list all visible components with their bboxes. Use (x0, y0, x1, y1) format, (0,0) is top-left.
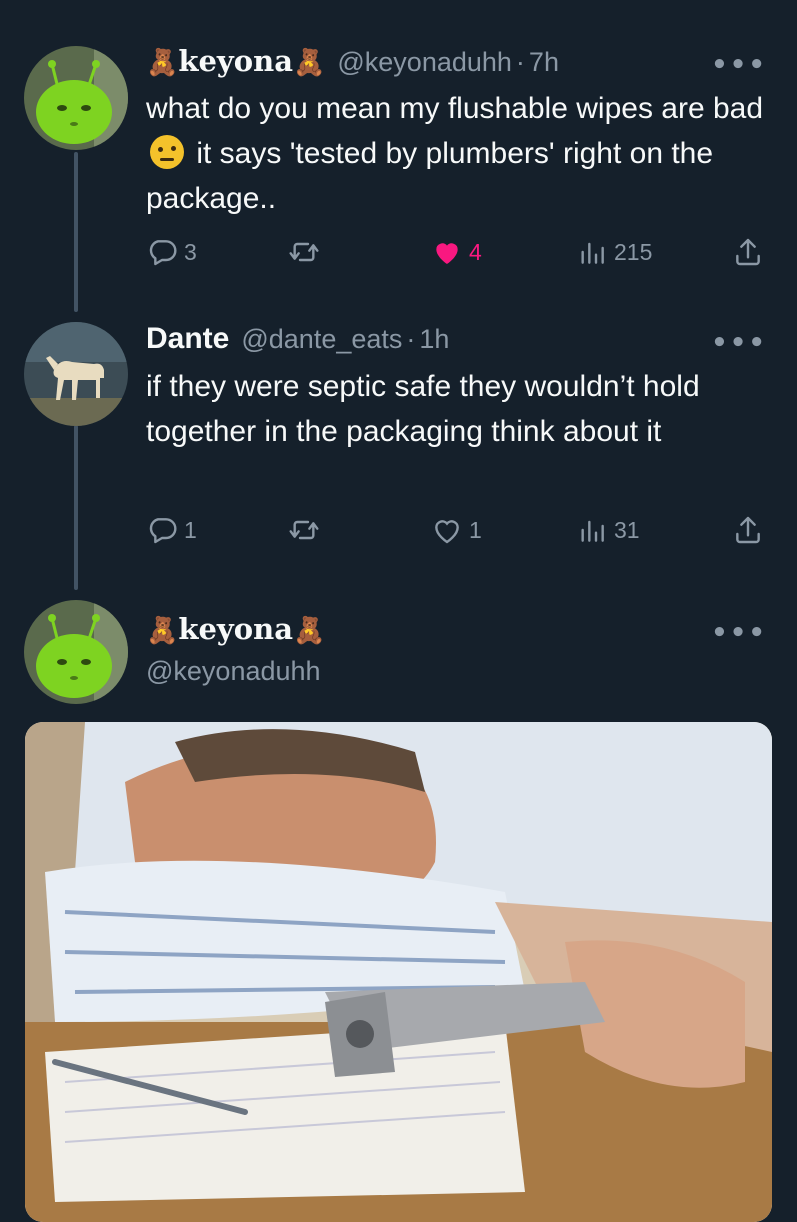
tweet-text-part: what do you mean my flushable wipes are … (146, 92, 764, 125)
share-button[interactable] (732, 232, 764, 272)
views-chart-icon (581, 520, 604, 542)
tweet-header: Dante @dante_eats · 1h (146, 322, 449, 356)
views-chart-icon (581, 242, 604, 264)
tweet-media-image[interactable] (25, 722, 772, 1222)
avatar[interactable] (24, 322, 128, 426)
tweet-actions: 3 4 215 (146, 232, 766, 272)
share-icon (736, 238, 760, 266)
reply-icon (149, 240, 177, 266)
timestamp[interactable]: 1h (419, 324, 449, 355)
handle[interactable]: @dante_eats (241, 324, 402, 355)
thread-line (74, 152, 78, 312)
tweet-actions: 1 1 31 (146, 510, 766, 550)
tweet-header: 🧸 keyona 🧸 (146, 612, 325, 646)
thread-line (74, 425, 78, 590)
tweet-text: if they were septic safe they wouldn’t h… (146, 370, 700, 448)
repost-button[interactable] (288, 232, 326, 272)
like-button[interactable]: 4 (431, 232, 482, 272)
avatar[interactable] (24, 600, 128, 704)
share-icon (736, 516, 760, 544)
raised-eyebrow-emoji-icon (150, 135, 184, 169)
handle[interactable]: @keyonaduhh (146, 656, 321, 687)
reply-button[interactable]: 3 (146, 232, 197, 272)
share-button[interactable] (732, 510, 764, 550)
tweet-handle-row: @keyonaduhh (146, 656, 321, 687)
heart-outline-icon (435, 520, 459, 544)
more-options-icon[interactable]: ••• (711, 330, 767, 356)
like-count: 1 (469, 516, 482, 543)
display-name[interactable]: keyona (178, 612, 293, 646)
bear-emoji-icon: 🧸 (146, 616, 179, 646)
heart-filled-icon (436, 243, 458, 264)
separator-dot: · (406, 324, 416, 354)
repost-icon (289, 520, 319, 540)
display-name[interactable]: keyona (178, 44, 293, 78)
reply-count: 3 (184, 238, 197, 265)
display-name[interactable]: Dante (146, 322, 229, 356)
like-count: 4 (469, 238, 482, 265)
views-count: 31 (614, 516, 640, 543)
tweet-text: what do you mean my flushable wipes are … (146, 86, 766, 221)
reply-button[interactable]: 1 (146, 510, 197, 550)
tweet-text-part: it says 'tested by plumbers' right on th… (146, 137, 714, 215)
bear-emoji-icon: 🧸 (146, 48, 179, 78)
timestamp[interactable]: 7h (529, 47, 559, 78)
views-button[interactable]: 31 (576, 510, 640, 550)
handle[interactable]: @keyonaduhh (337, 47, 512, 78)
repost-icon (289, 242, 319, 262)
tweet-header: 🧸 keyona 🧸 @keyonaduhh · 7h (146, 44, 559, 78)
bear-emoji-icon: 🧸 (293, 48, 326, 78)
more-options-icon[interactable]: ••• (711, 52, 767, 78)
reply-count: 1 (184, 516, 197, 543)
repost-button[interactable] (288, 510, 326, 550)
bear-emoji-icon: 🧸 (293, 616, 326, 646)
views-button[interactable]: 215 (576, 232, 652, 272)
like-button[interactable]: 1 (431, 510, 482, 550)
more-options-icon[interactable]: ••• (711, 620, 767, 646)
reply-icon (149, 518, 177, 544)
separator-dot: · (515, 47, 525, 77)
views-count: 215 (614, 238, 653, 265)
avatar[interactable] (24, 46, 128, 150)
